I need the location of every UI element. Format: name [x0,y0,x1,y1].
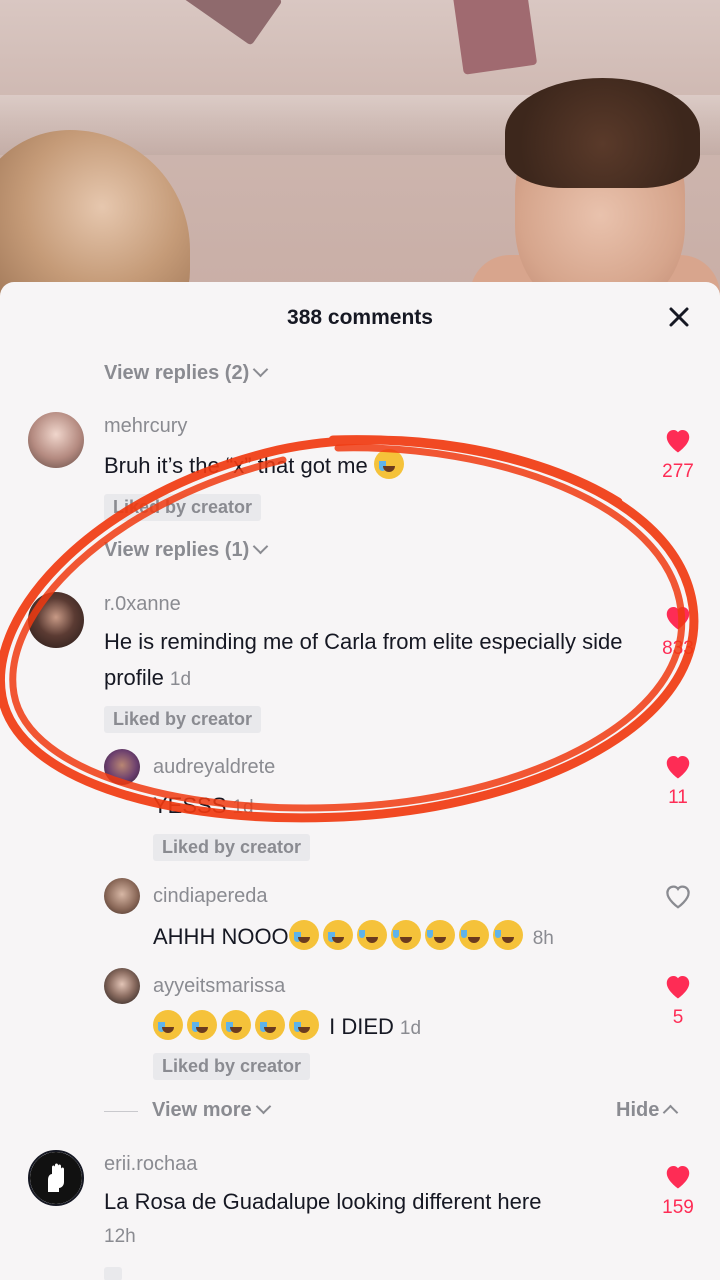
reply-text-body: AHHH NOOO [153,924,289,949]
comment-text: La Rosa de Guadalupe looking different h… [104,1184,541,1220]
reply-username[interactable]: audreyaldrete [153,756,275,779]
raised-fist-icon [30,1152,82,1204]
laughing-crying-emoji-icon [390,920,421,951]
reply-time: 1d [399,1018,422,1039]
heart-filled-icon [666,430,690,453]
chevron-down-icon [255,1098,271,1115]
comment-text-body: Bruh it’s the “x” that got me [104,453,368,478]
reply-time: 8h [532,928,554,949]
like-button[interactable]: 833 [658,603,698,660]
reply-text-body: YESSS [153,793,227,818]
close-button[interactable] [664,302,694,332]
video-background [0,0,720,300]
liked-by-creator-badge: Liked by creator [104,494,262,521]
crying-emoji-icon [322,920,353,951]
reply-text-body: I DIED [329,1014,394,1039]
like-button[interactable]: 5 [658,972,698,1029]
comment-time: 1d [169,669,192,690]
crying-emoji-icon [153,1010,183,1041]
reply-username[interactable]: ayyeitsmarissa [153,975,285,998]
laughing-crying-emoji-icon [356,920,387,951]
thread-divider-line [104,1111,138,1112]
like-button[interactable] [658,882,698,915]
ceiling-fan-blade [452,0,538,75]
hide-replies-button[interactable]: Hide [616,1099,679,1122]
like-count: 5 [672,1007,684,1028]
crying-emoji-icon [187,1010,217,1041]
like-button[interactable]: 159 [658,1162,698,1219]
crying-emoji-icon [255,1010,285,1041]
laughing-crying-emoji-icon [458,920,489,951]
like-button[interactable]: 11 [658,752,698,809]
comment-time: 12h [104,1226,136,1247]
reply-time: 1d [232,797,254,818]
comment-text: He is reminding me of Carla from elite e… [104,624,624,698]
heart-filled-icon [666,976,690,999]
crying-emoji-icon [373,449,404,480]
avatar[interactable] [28,592,84,648]
heart-filled-icon [666,607,690,630]
like-count: 277 [662,461,694,482]
crying-emoji-icon [221,1010,251,1041]
reply-text: I DIED 1d [153,1009,421,1047]
laughing-crying-emoji-icon [492,920,523,951]
heart-filled-icon [666,1166,690,1189]
heart-outline-icon [666,885,690,909]
reply-text: AHHH NOOO 8h [153,919,554,957]
view-replies-button[interactable]: View replies (1) [104,538,269,562]
view-replies-label: View replies (1) [104,539,250,561]
hide-label: Hide [616,1099,660,1121]
liked-by-creator-badge-partial [104,1267,122,1280]
chevron-down-icon [252,361,269,378]
view-replies-button[interactable]: View replies (2) [104,361,269,385]
reply-username[interactable]: cindiapereda [153,885,268,908]
view-more-label: View more [152,1099,252,1121]
laughing-crying-emoji-icon [424,920,455,951]
crying-emoji-icon [289,1010,319,1041]
view-more-button[interactable]: View more [152,1098,271,1122]
reply-text: YESSS 1d [153,788,254,826]
avatar[interactable] [28,1150,84,1206]
comment-text-body: La Rosa de Guadalupe looking different h… [104,1189,542,1214]
liked-by-creator-badge: Liked by creator [153,1053,311,1080]
comments-sheet: 388 comments View replies (2) mehrcury B… [0,282,720,1280]
like-count: 159 [662,1197,694,1218]
view-replies-label: View replies (2) [104,362,250,384]
close-icon [669,307,689,327]
like-count: 833 [662,638,694,659]
liked-by-creator-badge: Liked by creator [104,706,262,733]
comment-text: Bruh it’s the “x” that got me [104,448,408,484]
comment-username[interactable]: erii.rochaa [104,1153,197,1176]
avatar[interactable] [104,749,140,785]
like-button[interactable]: 277 [658,426,698,483]
heart-filled-icon [666,756,690,779]
ceiling-fan-blade [177,0,283,46]
crying-emoji-icon [288,920,319,951]
chevron-down-icon [252,538,269,555]
avatar[interactable] [28,412,84,468]
liked-by-creator-badge: Liked by creator [153,834,311,861]
person-right-hair [505,78,700,188]
avatar[interactable] [104,878,140,914]
person-left [0,130,190,300]
sheet-header: 388 comments [0,282,720,350]
comments-count-title: 388 comments [287,306,433,329]
avatar[interactable] [104,968,140,1004]
chevron-up-icon [663,1104,679,1121]
comment-username[interactable]: r.0xanne [104,593,181,616]
like-count: 11 [668,787,688,808]
comment-username[interactable]: mehrcury [104,415,187,438]
